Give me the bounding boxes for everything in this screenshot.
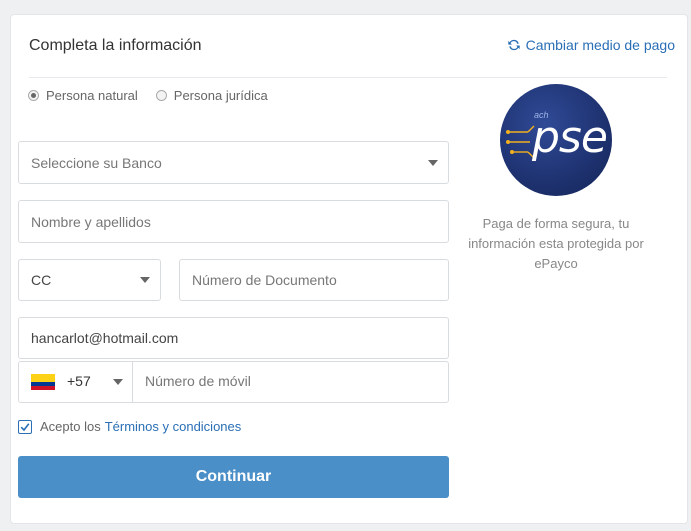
name-field-placeholder: Nombre y apellidos: [31, 213, 151, 230]
terms-prefix: Acepto los: [40, 419, 101, 434]
radio-label-natural: Persona natural: [46, 88, 138, 103]
radio-persona-juridica[interactable]: Persona jurídica: [155, 88, 268, 103]
phone-field: +57 Número de móvil: [18, 361, 449, 403]
chevron-down-icon: [428, 159, 438, 166]
document-type-select[interactable]: CC: [18, 259, 161, 301]
terms-checkbox[interactable]: [18, 419, 32, 434]
page-title: Completa la información: [29, 37, 202, 54]
radio-label-juridica: Persona jurídica: [173, 88, 268, 103]
header-divider: [29, 77, 667, 78]
continue-button[interactable]: Continuar: [18, 456, 449, 498]
email-field[interactable]: hancarlot@hotmail.com: [18, 317, 449, 359]
name-field[interactable]: Nombre y apellidos: [18, 200, 449, 243]
bank-select[interactable]: Seleccione su Banco: [18, 141, 449, 184]
refresh-icon: [507, 39, 520, 51]
radio-button-unselected[interactable]: [155, 90, 167, 101]
check-icon: [20, 422, 30, 431]
radio-button-selected[interactable]: [28, 90, 39, 101]
secure-payment-note: Paga de forma segura, tu información est…: [468, 216, 644, 271]
mobile-number-input[interactable]: Número de móvil: [145, 373, 251, 389]
document-type-value: CC: [31, 272, 52, 288]
email-field-value: hancarlot@hotmail.com: [31, 330, 179, 346]
change-payment-link[interactable]: Cambiar medio de pago: [507, 37, 675, 53]
pse-text: pse: [532, 112, 608, 163]
terms-acceptance: Acepto los Términos y condiciones: [18, 419, 241, 434]
chevron-down-icon: [113, 379, 123, 385]
colombia-flag-icon: [31, 374, 55, 390]
radio-persona-natural[interactable]: Persona natural: [28, 88, 138, 103]
document-number-placeholder: Número de Documento: [192, 272, 337, 288]
chevron-down-icon: [140, 277, 150, 283]
terms-link[interactable]: Términos y condiciones: [105, 419, 242, 434]
bank-select-placeholder: Seleccione su Banco: [31, 154, 162, 171]
person-type-radios: Persona natural Persona jurídica: [28, 88, 286, 103]
country-code-select[interactable]: +57: [19, 362, 133, 402]
change-payment-label: Cambiar medio de pago: [525, 37, 675, 53]
country-code-value: +57: [67, 373, 91, 389]
document-number-field[interactable]: Número de Documento: [179, 259, 449, 301]
card-header: Completa la información Cambiar medio de…: [11, 15, 687, 77]
pse-logo: ach pse: [500, 84, 612, 196]
